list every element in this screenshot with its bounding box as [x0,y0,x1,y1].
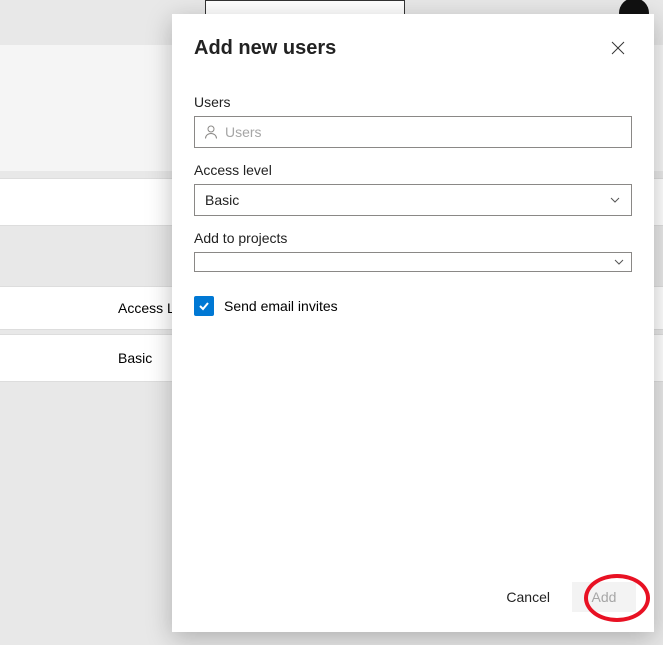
dialog-body: Users Access level Basic Add to projects [172,72,654,568]
close-icon [610,40,626,56]
dialog-header: Add new users [172,14,654,72]
send-invites-label: Send email invites [224,298,338,314]
access-level-label: Access level [194,162,632,178]
users-label: Users [194,94,632,110]
send-invites-checkbox[interactable] [194,296,214,316]
checkmark-icon [197,299,211,313]
dialog-footer: Cancel Add [172,568,654,632]
chevron-down-icon [609,194,621,206]
access-level-select[interactable]: Basic [194,184,632,216]
bg-row-value: Basic [118,350,152,366]
close-button[interactable] [604,34,632,62]
projects-select[interactable] [194,252,632,272]
users-input[interactable] [225,124,623,140]
add-users-dialog: Add new users Users Access level Basic A… [172,14,654,632]
cancel-button[interactable]: Cancel [492,582,564,612]
access-level-value: Basic [205,192,239,208]
chevron-down-icon [613,256,625,268]
users-input-wrap[interactable] [194,116,632,148]
add-button[interactable]: Add [572,582,636,612]
projects-label: Add to projects [194,230,632,246]
send-invites-row: Send email invites [194,296,632,316]
user-icon [203,124,219,140]
dialog-title: Add new users [194,37,336,60]
